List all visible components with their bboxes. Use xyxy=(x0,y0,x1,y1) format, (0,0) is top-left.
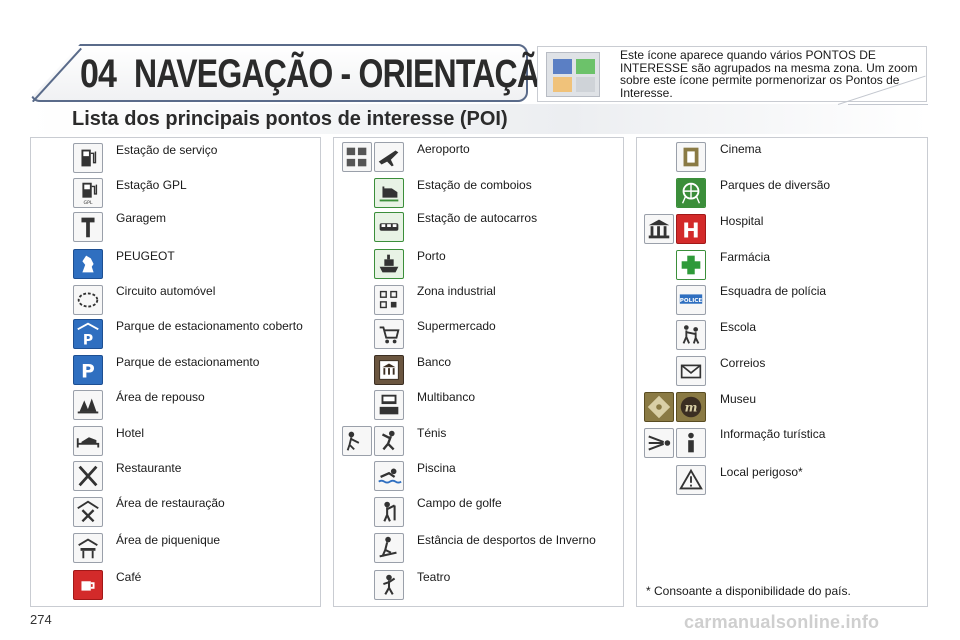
fuel-pump-icon xyxy=(73,143,103,173)
golfer-icon xyxy=(374,497,404,527)
hospital-building-icon xyxy=(644,214,674,244)
poi-label: Garagem xyxy=(116,211,167,225)
peugeot-lion-icon xyxy=(73,249,103,279)
bank-icon xyxy=(374,355,404,385)
factory-icon xyxy=(374,285,404,315)
envelope-icon xyxy=(676,356,706,386)
swimmer-icon xyxy=(374,461,404,491)
amusement-park-icon xyxy=(676,178,706,208)
watermark: carmanualsonline.info xyxy=(684,612,880,632)
poi-label: Multibanco xyxy=(417,390,476,404)
poi-label: Banco xyxy=(417,355,452,369)
poi-label: Cinema xyxy=(720,142,762,156)
shopping-cart-icon xyxy=(374,319,404,349)
museum-icon: m xyxy=(676,392,706,422)
poi-label: Estação de serviço xyxy=(116,143,218,157)
poi-label: PEUGEOT xyxy=(116,249,175,263)
chapter-number: 04 xyxy=(80,52,117,96)
poi-label: Hotel xyxy=(116,426,145,440)
poi-label: Porto xyxy=(417,249,446,263)
police-icon: POLICE xyxy=(676,285,706,315)
chapter-title: NAVEGAÇÃO - ORIENTAÇÃO xyxy=(134,52,564,96)
svg-text:m: m xyxy=(685,401,698,415)
svg-text:P: P xyxy=(81,361,95,382)
poi-label: Circuito automóvel xyxy=(116,284,216,298)
poi-label: Área de repouso xyxy=(116,390,205,404)
poi-label: Teatro xyxy=(417,570,451,584)
poi-label: Parque de estacionamento coberto xyxy=(116,319,303,333)
airport-small-icon xyxy=(342,142,372,172)
picnic-table-icon xyxy=(73,533,103,563)
museum-diamond-icon xyxy=(644,392,674,422)
theatre-icon xyxy=(374,570,404,600)
poi-label: Parques de diversão xyxy=(720,178,831,192)
covered-parking-icon: P xyxy=(73,319,103,349)
tourist-info-icon xyxy=(676,428,706,458)
rest-area-icon xyxy=(73,390,103,420)
page-number: 274 xyxy=(30,612,52,627)
svg-text:POLICE: POLICE xyxy=(680,298,703,304)
poi-label: Farmácia xyxy=(720,250,771,264)
tourist-rays-icon xyxy=(644,428,674,458)
atm-icon xyxy=(374,390,404,420)
hospital-icon: H xyxy=(676,214,706,244)
poi-label: Campo de golfe xyxy=(417,496,502,510)
poi-label: Zona industrial xyxy=(417,284,496,298)
airplane-icon xyxy=(374,142,404,172)
hotel-bed-icon xyxy=(73,426,103,456)
poi-label: Escola xyxy=(720,320,757,334)
poi-label: Local perigoso* xyxy=(720,465,803,479)
pharmacy-cross-icon xyxy=(676,250,706,280)
fork-knife-icon xyxy=(73,461,103,491)
parking-icon: P xyxy=(73,355,103,385)
svg-text:H: H xyxy=(682,218,699,242)
school-children-icon xyxy=(676,320,706,350)
sport-small-icon xyxy=(342,426,372,456)
poi-label: Hospital xyxy=(720,214,764,228)
section-title: Lista dos principais pontos de interesse… xyxy=(72,108,508,130)
footnote: * Consoante a disponibilidade do país. xyxy=(646,584,851,598)
poi-label: Área de restauração xyxy=(116,496,225,510)
skier-icon xyxy=(374,533,404,563)
poi-label: Estação de autocarros xyxy=(417,211,538,225)
svg-text:GPL: GPL xyxy=(83,200,92,206)
wrench-icon xyxy=(73,212,103,242)
multi-poi-icon xyxy=(546,52,600,97)
poi-label: Museu xyxy=(720,392,757,406)
poi-label: Área de piquenique xyxy=(116,533,221,547)
tennis-icon xyxy=(374,426,404,456)
bus-icon xyxy=(374,212,404,242)
film-icon xyxy=(676,142,706,172)
lpg-pump-icon: GPL xyxy=(73,178,103,208)
poi-label: Restaurante xyxy=(116,461,182,475)
poi-label: Parque de estacionamento xyxy=(116,355,260,369)
warning-triangle-icon xyxy=(676,465,706,495)
poi-label: Correios xyxy=(720,356,766,370)
svg-text:P: P xyxy=(83,332,93,348)
poi-label: Estação GPL xyxy=(116,178,187,192)
poi-label: Estância de desportos de Inverno xyxy=(417,533,596,547)
poi-label: Esquadra de polícia xyxy=(720,284,827,298)
poi-label: Estação de comboios xyxy=(417,178,532,192)
poi-label: Piscina xyxy=(417,461,456,475)
poi-label: Supermercado xyxy=(417,319,496,333)
train-icon xyxy=(374,178,404,208)
ship-icon xyxy=(374,249,404,279)
poi-label: Informação turística xyxy=(720,427,826,441)
poi-label: Aeroporto xyxy=(417,142,470,156)
coffee-cup-icon xyxy=(73,570,103,600)
poi-label: Ténis xyxy=(417,426,447,440)
poi-label: Café xyxy=(116,570,142,584)
race-track-icon xyxy=(73,285,103,315)
restaurant-area-icon xyxy=(73,497,103,527)
